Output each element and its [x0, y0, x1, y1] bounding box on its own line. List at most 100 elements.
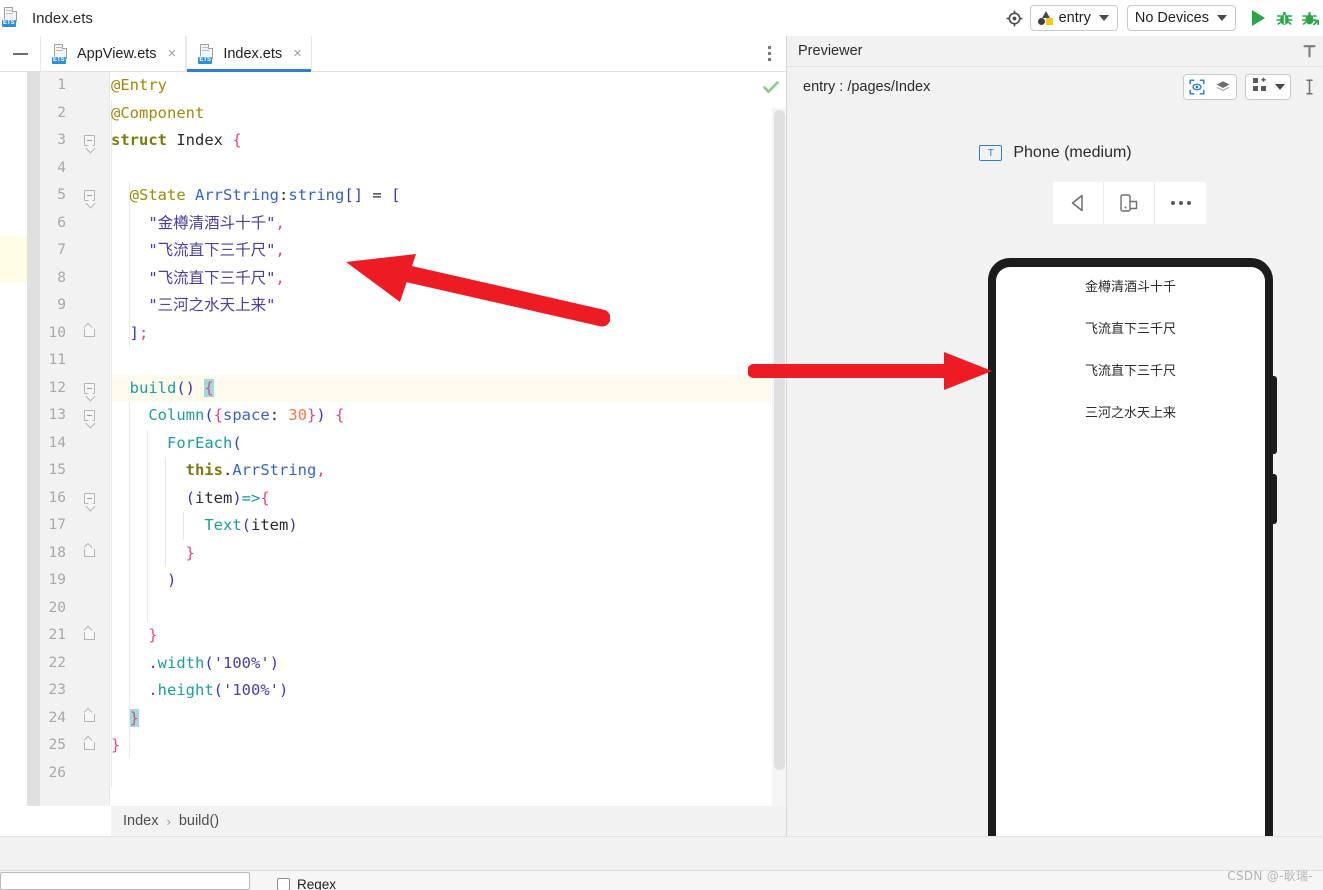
fold-end-line-18[interactable] — [83, 540, 96, 568]
back-triangle-icon[interactable] — [1053, 182, 1104, 224]
code-line[interactable]: } — [111, 732, 771, 760]
minus-icon — [12, 52, 28, 55]
phone-screen[interactable]: 金樽清酒斗十千 飞流直下三千尺 飞流直下三千尺 三河之水天上来 — [996, 267, 1265, 836]
code-line[interactable]: } — [111, 540, 771, 568]
device-selector[interactable]: No Devices — [1126, 5, 1236, 31]
editor-pane: ETS AppView.ets × ETS Index.ets × 1 2 3 … — [0, 36, 786, 806]
code-line[interactable]: Text(item) — [111, 512, 771, 540]
tab-index-ets[interactable]: ETS Index.ets × — [186, 36, 312, 72]
code-line[interactable]: (item)=>{ — [111, 485, 771, 513]
line-number: 26 — [48, 764, 66, 781]
previewer-toolbar: entry : /pages/Index — [787, 66, 1323, 106]
fold-marker-line-12[interactable] — [83, 375, 96, 403]
code-line[interactable]: ]; — [111, 320, 771, 348]
previewer-title: Previewer — [798, 43, 863, 59]
run-button[interactable] — [1245, 3, 1271, 33]
code-line[interactable]: .width('100%') — [111, 650, 771, 678]
tab-overflow-menu-button[interactable] — [752, 36, 786, 71]
line-number: 24 — [48, 709, 66, 726]
fold-marker-line-16[interactable] — [83, 485, 96, 513]
breadcrumb-separator: › — [166, 813, 171, 829]
line-number: 5 — [57, 187, 66, 203]
ets-tag-label: ETS — [2, 20, 16, 27]
phone-volume-button — [1272, 376, 1277, 454]
code-line[interactable]: "飞流直下三千尺", — [111, 237, 771, 265]
editor-scrollbar-thumb[interactable] — [774, 110, 785, 770]
text-cursor-icon[interactable] — [1299, 74, 1321, 100]
code-line[interactable]: @Component — [111, 100, 771, 128]
line-number: 17 — [48, 517, 66, 533]
code-line[interactable]: build() { — [111, 375, 771, 403]
deveco-studio-window: ETS Index.ets entry No Devices ETS AppVi… — [0, 0, 1323, 890]
code-line[interactable]: struct Index { — [111, 127, 771, 155]
fold-marker-line-13[interactable] — [83, 402, 96, 430]
code-line[interactable]: Column({space: 30}) { — [111, 402, 771, 430]
code-line[interactable] — [111, 347, 771, 375]
run-config-label: entry — [1058, 10, 1091, 26]
rotate-device-icon[interactable] — [1104, 182, 1155, 224]
code-line[interactable]: ForEach( — [111, 430, 771, 458]
preview-text-item: 飞流直下三千尺 — [1084, 322, 1176, 337]
code-line[interactable]: @Entry — [111, 72, 771, 100]
line-number: 14 — [48, 434, 66, 451]
previewer-grid-selector[interactable] — [1245, 73, 1291, 100]
layers-icon[interactable] — [1210, 74, 1236, 99]
tab-label: Index.ets — [223, 45, 283, 62]
code-line[interactable] — [111, 760, 771, 788]
fold-end-line-24[interactable] — [83, 705, 96, 733]
inspection-ok-check-icon[interactable] — [762, 78, 780, 96]
title-bar: ETS Index.ets entry No Devices — [0, 0, 1323, 36]
ets-tag-label: ETS — [198, 56, 212, 64]
device-label-row: T Phone (medium) — [787, 144, 1323, 162]
line-number: 7 — [57, 242, 66, 258]
breadcrumb-item-struct[interactable]: Index — [123, 813, 158, 829]
breadcrumb-item-method[interactable]: build() — [179, 813, 219, 829]
attach-debugger-button[interactable] — [1297, 3, 1323, 33]
more-dots-icon[interactable] — [1155, 182, 1206, 224]
fold-end-line-25[interactable] — [83, 732, 96, 760]
collapse-button[interactable] — [0, 36, 40, 71]
previewer-view-mode-group — [1183, 73, 1237, 100]
run-configuration-selector[interactable]: entry — [1029, 5, 1118, 31]
code-line[interactable]: .height('100%') — [111, 677, 771, 705]
preview-text-item: 飞流直下三千尺 — [1084, 364, 1176, 379]
debug-button[interactable] — [1271, 3, 1297, 33]
line-number: 8 — [57, 269, 66, 286]
close-icon[interactable]: × — [168, 46, 177, 61]
tab-label: AppView.ets — [77, 45, 157, 62]
line-number: 6 — [57, 214, 66, 231]
code-line[interactable]: ) — [111, 567, 771, 595]
regex-checkbox[interactable] — [277, 878, 290, 890]
title-bar-actions: entry No Devices — [1000, 3, 1323, 33]
code-line[interactable]: @State ArrString:string[] = [ — [111, 182, 771, 210]
tab-appview-ets[interactable]: ETS AppView.ets × — [40, 36, 187, 71]
code-line[interactable]: this.ArrString, — [111, 457, 771, 485]
bug-icon — [1275, 11, 1293, 25]
code-line[interactable]: "金樽清酒斗十千", — [111, 210, 771, 238]
close-icon[interactable]: × — [293, 46, 302, 61]
fold-end-line-21[interactable] — [83, 622, 96, 650]
module-shapes-icon — [1037, 11, 1053, 25]
preview-text-list: 金樽清酒斗十千 飞流直下三千尺 飞流直下三千尺 三河之水天上来 — [996, 267, 1265, 421]
code-line[interactable] — [111, 595, 771, 623]
device-type-badge: T — [979, 145, 1003, 161]
fold-marker-line-5[interactable] — [83, 182, 96, 210]
line-number: 19 — [48, 572, 66, 588]
code-line[interactable]: } — [111, 705, 771, 733]
code-area[interactable]: @Entry @Component struct Index { @State Ar… — [111, 72, 771, 806]
preview-text-item: 三河之水天上来 — [1084, 406, 1176, 421]
line-number: 15 — [48, 462, 66, 478]
inspector-eye-icon[interactable] — [1184, 74, 1210, 99]
editor-left-strip — [0, 72, 27, 806]
code-line[interactable]: "飞流直下三千尺", — [111, 265, 771, 293]
target-icon[interactable] — [1000, 3, 1030, 33]
pin-icon[interactable] — [1296, 38, 1322, 64]
fold-end-line-10[interactable] — [83, 320, 96, 348]
code-line[interactable]: "三河之水天上来" — [111, 292, 771, 320]
code-line[interactable] — [111, 155, 771, 183]
search-input[interactable] — [0, 872, 250, 890]
code-line[interactable]: } — [111, 622, 771, 650]
grid-view-icon — [1252, 77, 1267, 97]
line-number-gutter[interactable]: 1 2 3 4 5 6 7 8 9 10 11 12 13 14 15 16 17 18 19 20 21 22 23 24 2… — [40, 72, 110, 806]
fold-marker-line-3[interactable] — [83, 127, 96, 155]
